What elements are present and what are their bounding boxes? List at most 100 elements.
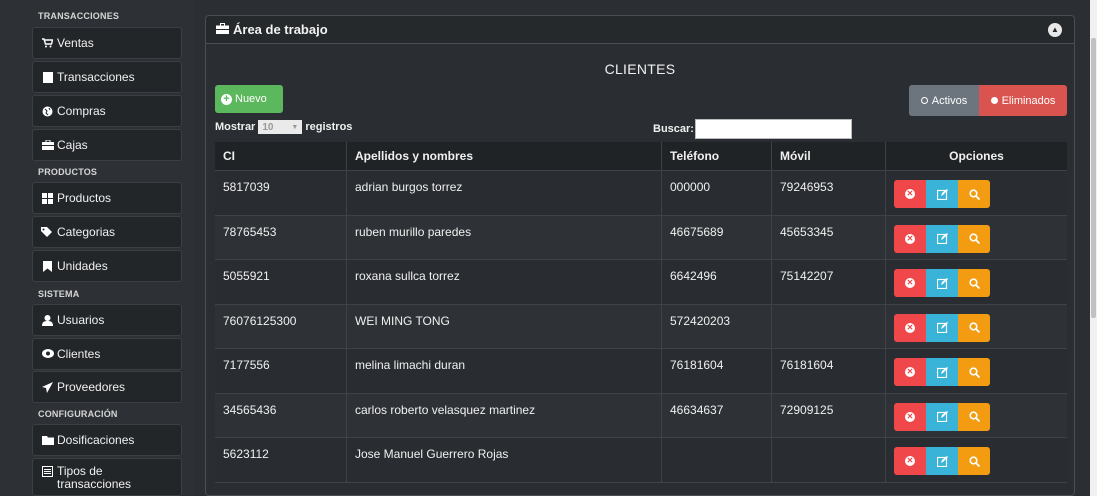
sidebar-item-tipos-de-transacciones[interactable]: Tipos de transacciones: [32, 458, 182, 496]
edit-button[interactable]: [926, 269, 958, 297]
edit-icon: [936, 322, 948, 333]
search-control: Buscar:: [653, 119, 852, 139]
edit-icon: [936, 233, 948, 244]
sidebar-item-clientes[interactable]: Clientes: [32, 338, 182, 370]
column-header-nombres[interactable]: Apellidos y nombres: [347, 142, 662, 170]
delete-button[interactable]: ✕: [894, 313, 926, 342]
search-icon: [968, 366, 980, 378]
cell-ci: 5055921: [215, 260, 347, 304]
cell-telefono: 46634637: [662, 393, 772, 437]
view-button[interactable]: [958, 224, 990, 253]
delete-button[interactable]: ✕: [894, 180, 926, 208]
cell-telefono: 46675689: [662, 215, 772, 259]
sidebar-item-label: Compras: [57, 104, 106, 118]
edit-button[interactable]: [926, 313, 958, 342]
sidebar-item-ventas[interactable]: Ventas: [32, 27, 182, 59]
table-body: 5817039 adrian burgos torrez 000000 7924695…: [215, 171, 1067, 483]
cell-ci: 34565436: [215, 393, 347, 437]
delete-button[interactable]: ✕: [894, 224, 926, 253]
cell-nombres: ruben murillo paredes: [347, 215, 662, 259]
close-circle-icon: ✕: [905, 456, 915, 466]
user-icon: [41, 314, 54, 326]
delete-button[interactable]: ✕: [894, 269, 926, 297]
sidebar-item-usuarios[interactable]: Usuarios: [32, 304, 182, 336]
view-button[interactable]: [958, 447, 990, 475]
activos-button[interactable]: Activos: [909, 85, 979, 116]
new-client-button[interactable]: + Nuevo: [215, 85, 283, 113]
activos-label: Activos: [931, 94, 968, 107]
row-actions: ✕: [894, 180, 990, 208]
scrollbar-thumb[interactable]: [1091, 38, 1096, 318]
cell-ci: 5623112: [215, 438, 347, 482]
search-icon: [968, 188, 980, 200]
edit-button[interactable]: [926, 447, 958, 475]
delete-button[interactable]: ✕: [894, 402, 926, 431]
cart-icon: [41, 37, 54, 49]
sidebar-item-cajas[interactable]: Cajas: [32, 129, 182, 161]
page-length-select[interactable]: 10 ▼: [258, 120, 303, 134]
delete-button[interactable]: ✕: [894, 447, 926, 475]
column-header-telefono[interactable]: Teléfono: [662, 142, 772, 170]
sidebar-item-label: Usuarios: [57, 313, 105, 327]
close-circle-icon: ✕: [905, 278, 915, 288]
table-row: 76076125300 WEI MING TONG 572420203 ✕: [215, 304, 1067, 349]
cell-ci: 78765453: [215, 215, 347, 259]
sidebar-section-header: SISTEMA: [38, 289, 80, 299]
view-button[interactable]: [958, 358, 990, 386]
cell-telefono: 000000: [662, 171, 772, 215]
edit-button[interactable]: [926, 224, 958, 253]
list-icon: [41, 466, 54, 477]
cell-telefono: 572420203: [662, 304, 772, 348]
page-title: CLIENTES: [604, 61, 676, 77]
row-actions: ✕: [894, 224, 990, 253]
cell-movil: [772, 304, 886, 348]
bookmark-icon: [41, 260, 54, 272]
panel-header: Área de trabajo ▲: [206, 16, 1074, 44]
search-icon: [968, 277, 980, 289]
new-button-label: Nuevo: [235, 93, 267, 105]
sidebar-item-productos[interactable]: Productos: [32, 182, 182, 214]
cell-movil: 76181604: [772, 349, 886, 393]
page-scrollbar[interactable]: [1090, 0, 1097, 496]
folder-icon: [41, 435, 54, 446]
search-icon: [968, 233, 980, 244]
briefcase-icon: [216, 22, 229, 37]
sidebar-item-compras[interactable]: Compras: [32, 95, 182, 127]
edit-icon: [936, 455, 948, 467]
column-header-ci[interactable]: CI: [215, 142, 347, 170]
table-row: 78765453 ruben murillo paredes 46675689 456…: [215, 215, 1067, 260]
view-button[interactable]: [958, 402, 990, 431]
plus-icon: +: [221, 93, 232, 105]
view-button[interactable]: [958, 180, 990, 208]
view-button[interactable]: [958, 313, 990, 342]
close-circle-icon: ✕: [905, 233, 915, 244]
search-icon: [968, 411, 980, 422]
cell-ci: 7177556: [215, 349, 347, 393]
cell-movil: 75142207: [772, 260, 886, 304]
clients-table: CI Apellidos y nombres Teléfono Móvil Op…: [215, 142, 1067, 483]
sidebar-item-proveedores[interactable]: Proveedores: [32, 371, 182, 403]
cell-nombres: roxana sullca torrez: [347, 260, 662, 304]
sidebar-item-label: Tipos de transacciones: [57, 464, 132, 491]
edit-button[interactable]: [926, 402, 958, 431]
file-icon: [41, 71, 54, 83]
edit-button[interactable]: [926, 180, 958, 208]
view-button[interactable]: [958, 269, 990, 297]
cell-movil: 45653345: [772, 215, 886, 259]
cell-movil: [772, 438, 886, 482]
eliminados-button[interactable]: Eliminados: [979, 85, 1067, 116]
delete-button[interactable]: ✕: [894, 358, 926, 386]
search-input[interactable]: [694, 119, 852, 139]
edit-button[interactable]: [926, 358, 958, 386]
sidebar-item-dosificaciones[interactable]: Dosificaciones: [32, 424, 182, 456]
sidebar-item-categorias[interactable]: Categorias: [32, 216, 182, 248]
sidebar-item-transacciones[interactable]: Transacciones: [32, 61, 182, 93]
cell-ci: 76076125300: [215, 304, 347, 348]
sidebar-item-unidades[interactable]: Unidades: [32, 250, 182, 282]
column-header-movil[interactable]: Móvil: [772, 142, 886, 170]
cell-telefono: [662, 438, 772, 482]
search-label: Buscar:: [653, 123, 694, 135]
sidebar-item-label: Cajas: [57, 138, 88, 152]
collapse-icon[interactable]: ▲: [1048, 23, 1062, 37]
workspace-panel: Área de trabajo ▲ CLIENTES + Nuevo Activ…: [205, 15, 1075, 496]
